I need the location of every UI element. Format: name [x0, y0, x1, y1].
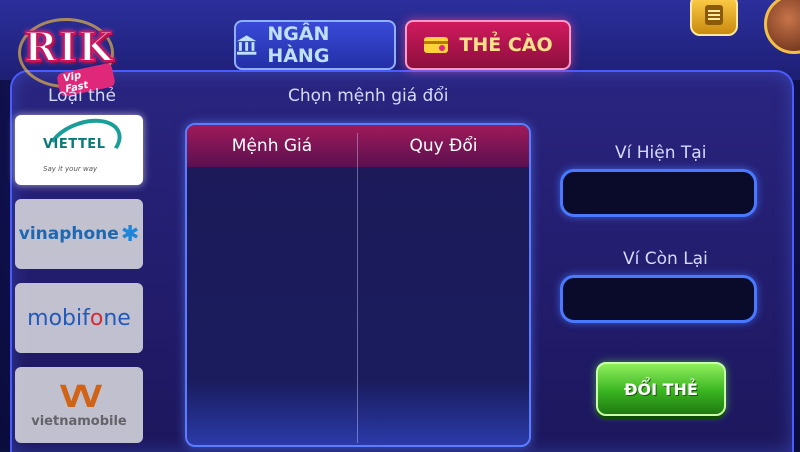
provider-viettel[interactable]: VIETTEL Say it your way: [15, 115, 143, 185]
column-header-exchange: Quy Đổi: [409, 136, 478, 156]
bank-icon: [236, 35, 257, 55]
current-wallet-label: Ví Hiện Tại: [615, 143, 707, 163]
column-divider: [357, 133, 358, 443]
vinaphone-logo-icon: ✱: [120, 221, 140, 247]
top-bar: [0, 0, 800, 80]
exchange-card-button[interactable]: ĐỔI THẺ: [596, 362, 726, 416]
denomination-table: Mệnh Giá Quy Đổi: [185, 123, 531, 447]
remaining-wallet-field: [560, 275, 757, 323]
game-logo: RIK Vip Fast: [14, 18, 116, 98]
provider-mobifone-name: mobifone: [27, 305, 131, 331]
tab-bank[interactable]: NGÂN HÀNG: [234, 20, 396, 70]
provider-viettel-slogan: Say it your way: [43, 165, 98, 173]
vietnamobile-logo: VV vietnamobile: [31, 379, 127, 429]
denomination-label: Chọn mệnh giá đổi: [288, 86, 449, 106]
provider-vietnamobile-name: vietnamobile: [31, 413, 127, 429]
menu-list-icon[interactable]: [690, 0, 738, 36]
mobifone-accent-letter: o: [89, 305, 104, 331]
provider-vietnamobile[interactable]: VV vietnamobile: [15, 367, 143, 443]
exchange-card-button-label: ĐỔI THẺ: [624, 379, 698, 399]
tab-bank-label: NGÂN HÀNG: [267, 23, 330, 67]
provider-vinaphone[interactable]: vinaphone ✱: [15, 199, 143, 269]
remaining-wallet-label: Ví Còn Lại: [623, 249, 708, 269]
provider-vinaphone-name: vinaphone: [18, 224, 119, 244]
card-icon: [424, 37, 449, 53]
tab-scratch-card[interactable]: THẺ CÀO: [405, 20, 571, 70]
provider-viettel-name: VIETTEL: [43, 137, 106, 152]
tab-scratch-card-label: THẺ CÀO: [459, 34, 553, 56]
list-icon: [705, 5, 723, 25]
column-header-denomination: Mệnh Giá: [231, 136, 313, 156]
card-type-label: Loại thẻ: [48, 86, 117, 106]
game-screen: RIK Vip Fast NGÂN HÀNG THẺ CÀO Loại thẻ: [0, 0, 800, 452]
provider-mobifone[interactable]: mobifone: [15, 283, 143, 353]
table-header: Mệnh Giá Quy Đổi: [187, 125, 529, 167]
current-wallet-field: [560, 169, 757, 217]
vietnamobile-logo-mark: VV: [59, 379, 102, 415]
